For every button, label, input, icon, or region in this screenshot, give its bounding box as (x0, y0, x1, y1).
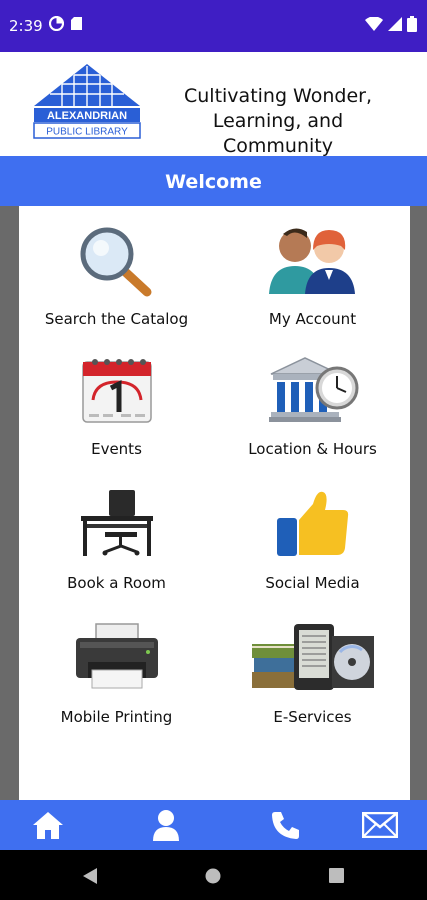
tile-events[interactable]: Events (19, 336, 214, 466)
ereader-icon (251, 624, 374, 690)
tile-label: Search the Catalog (44, 310, 189, 328)
tile-label: Book a Room (67, 574, 166, 592)
people-icon (268, 228, 355, 294)
system-nav-bar (0, 850, 427, 900)
tile-label: Location & Hours (248, 440, 377, 458)
tile-mobile-printing[interactable]: Mobile Printing (19, 604, 214, 734)
printer-icon (75, 623, 158, 689)
recents-icon[interactable] (329, 868, 344, 883)
battery-icon (407, 16, 417, 32)
tile-label: Social Media (265, 574, 360, 592)
tile-book-room[interactable]: Book a Room (19, 470, 214, 600)
sd-card-icon (71, 17, 82, 30)
tagline-line2: Learning, and Community (212, 110, 344, 157)
tile-label: E-Services (273, 708, 352, 726)
nav-home[interactable] (8, 800, 88, 850)
header: ALEXANDRIAN PUBLIC LIBRARY Cultivating W… (0, 52, 427, 157)
phone-icon (272, 812, 299, 839)
status-time: 2:39 (9, 17, 43, 35)
content-area: Search the Catalog My Account Events Loc… (0, 206, 427, 800)
magnifier-icon (80, 227, 151, 297)
calendar-icon (81, 359, 152, 423)
desk-chair-icon (80, 490, 153, 556)
home-button-icon[interactable] (205, 868, 221, 884)
tile-social-media[interactable]: Social Media (215, 470, 410, 600)
wifi-icon (365, 17, 383, 31)
tile-label: Mobile Printing (60, 708, 173, 726)
library-logo[interactable]: ALEXANDRIAN PUBLIC LIBRARY (32, 62, 142, 146)
welcome-title: Welcome (0, 156, 427, 206)
tile-label: My Account (268, 310, 357, 328)
building-clock-icon (268, 357, 358, 422)
tile-search-catalog[interactable]: Search the Catalog (19, 206, 214, 336)
person-icon (153, 810, 179, 841)
logo-name: ALEXANDRIAN (47, 110, 127, 122)
tagline-line1: Cultivating Wonder, (183, 85, 372, 107)
logo-subtitle: PUBLIC LIBRARY (46, 127, 128, 138)
tile-label: Events (91, 440, 142, 458)
tagline: Cultivating Wonder, Learning, and Commun… (160, 84, 396, 159)
data-saver-icon (49, 16, 64, 31)
tile-e-services[interactable]: E-Services (215, 604, 410, 734)
signal-icon (388, 17, 402, 31)
home-icon (33, 812, 63, 839)
tile-location-hours[interactable]: Location & Hours (215, 336, 410, 466)
nav-phone[interactable] (246, 800, 326, 850)
nav-account[interactable] (126, 800, 206, 850)
back-icon[interactable] (82, 867, 98, 885)
nav-mail[interactable] (340, 800, 420, 850)
status-bar: 2:39 (0, 0, 427, 52)
thumbs-up-icon (276, 491, 348, 556)
bottom-nav (0, 800, 427, 850)
tile-my-account[interactable]: My Account (215, 206, 410, 336)
mail-icon (362, 812, 398, 838)
menu-panel: Search the Catalog My Account Events Loc… (19, 206, 410, 800)
